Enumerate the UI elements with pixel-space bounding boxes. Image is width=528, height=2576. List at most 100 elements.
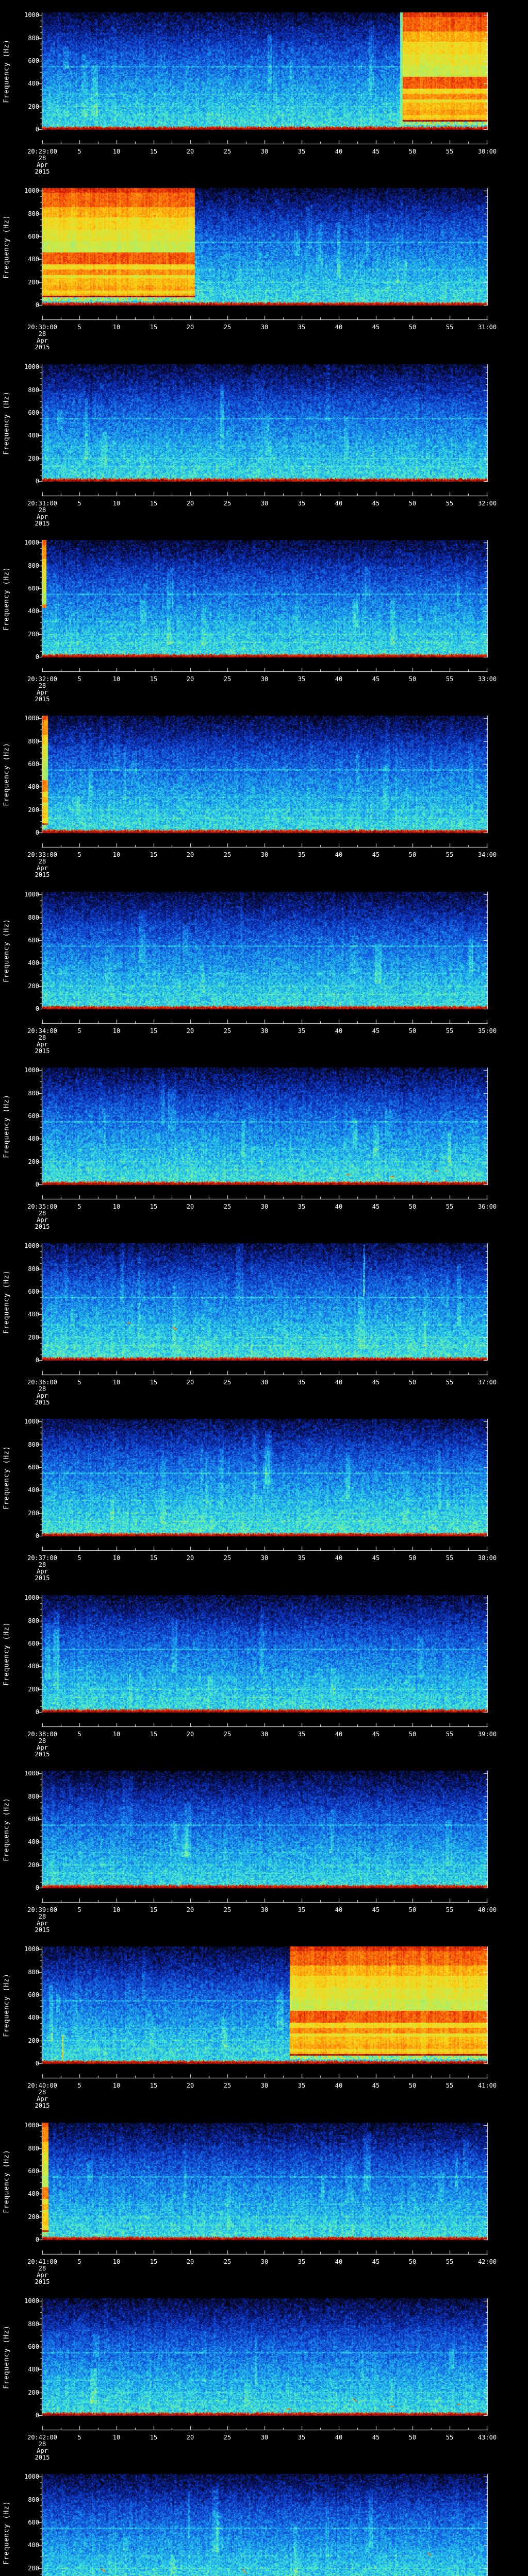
y-tick-label: 1000 bbox=[24, 363, 39, 370]
y-tick-label: 600 bbox=[28, 2343, 39, 2350]
date-line: 2015 bbox=[35, 2454, 50, 2461]
y-tick-label: 800 bbox=[28, 1617, 39, 1624]
y-tick-label: 600 bbox=[28, 233, 39, 240]
date-line: 2015 bbox=[35, 871, 50, 878]
y-tick-label: 800 bbox=[28, 738, 39, 745]
y-tick-label: 400 bbox=[28, 1486, 39, 1494]
spectrogram-canvas bbox=[0, 2110, 528, 2265]
date-line: 2015 bbox=[35, 2278, 50, 2285]
y-tick-label: 600 bbox=[28, 1464, 39, 1471]
y-tick-label: 200 bbox=[28, 2389, 39, 2396]
y-tick-label: 1000 bbox=[24, 2122, 39, 2129]
y-tick-label: 0 bbox=[35, 126, 39, 133]
y-tick-label: 600 bbox=[28, 1816, 39, 1823]
end-time-label: 38:00 bbox=[477, 1554, 497, 1562]
spectrogram-panel: Frequency (Hz) 0 200 400 600 800 1000 20:36:00 5… bbox=[0, 1231, 528, 1406]
end-time-label: 31:00 bbox=[477, 324, 497, 331]
spectrogram-canvas bbox=[0, 1934, 528, 2089]
y-tick-label: 0 bbox=[35, 1532, 39, 1539]
frequency-axis-title-text: Frequency (Hz) bbox=[3, 1094, 11, 1158]
y-tick-label: 800 bbox=[28, 1090, 39, 1097]
spectrogram-panel: Frequency (Hz) 0 200 400 600 800 1000 20:33:00 5… bbox=[0, 703, 528, 879]
y-tick-label: 600 bbox=[28, 57, 39, 64]
spectrogram-canvas bbox=[0, 1583, 528, 1737]
end-time-label: 42:00 bbox=[477, 2258, 497, 2265]
y-tick-label: 0 bbox=[35, 1884, 39, 1891]
end-time-label: 36:00 bbox=[477, 1203, 497, 1210]
y-tick-label: 400 bbox=[28, 432, 39, 439]
end-time-label: 40:00 bbox=[477, 1906, 497, 1913]
spectrogram-panel: Frequency (Hz) 0 200 400 600 800 1000 20:29:00 5… bbox=[0, 0, 528, 176]
y-tick-label: 400 bbox=[28, 1311, 39, 1318]
frequency-axis-title-text: Frequency (Hz) bbox=[3, 1973, 11, 2037]
end-time-label: 35:00 bbox=[477, 1027, 497, 1035]
y-tick-label: 800 bbox=[28, 2145, 39, 2152]
y-tick-label: 800 bbox=[28, 35, 39, 42]
y-tick-label: 400 bbox=[28, 2190, 39, 2197]
spectrogram-canvas bbox=[0, 1231, 528, 1385]
y-tick-label: 0 bbox=[35, 1181, 39, 1188]
y-tick-label: 1000 bbox=[24, 539, 39, 546]
spectrogram-panel: Frequency (Hz) 0 200 400 600 800 1000 20:41:00 5… bbox=[0, 2110, 528, 2286]
spectrogram-panel: Frequency (Hz) 0 200 400 600 800 1000 20:31:00 5… bbox=[0, 352, 528, 528]
frequency-axis-title-text: Frequency (Hz) bbox=[3, 2149, 11, 2213]
y-tick-label: 400 bbox=[28, 2541, 39, 2549]
y-tick-label: 200 bbox=[28, 455, 39, 462]
y-tick-label: 200 bbox=[28, 103, 39, 110]
frequency-axis-title-text: Frequency (Hz) bbox=[3, 391, 11, 455]
y-tick-label: 600 bbox=[28, 409, 39, 416]
y-tick-label: 800 bbox=[28, 914, 39, 921]
y-tick-label: 200 bbox=[28, 806, 39, 814]
y-tick-label: 400 bbox=[28, 959, 39, 967]
y-tick-label: 200 bbox=[28, 1158, 39, 1165]
y-tick-label: 800 bbox=[28, 1265, 39, 1273]
y-tick-label: 0 bbox=[35, 1005, 39, 1012]
spectrogram-panel: Frequency (Hz) 0 200 400 600 800 1000 20:34:00 5… bbox=[0, 879, 528, 1055]
y-tick-label: 800 bbox=[28, 2320, 39, 2328]
y-tick-label: 1000 bbox=[24, 715, 39, 722]
spectrogram-panel: Frequency (Hz) 0 200 400 600 800 1000 20:30:00 5… bbox=[0, 176, 528, 351]
spectrogram-canvas bbox=[0, 0, 528, 155]
frequency-axis-title-text: Frequency (Hz) bbox=[3, 742, 11, 806]
y-tick-label: 600 bbox=[28, 760, 39, 768]
frequency-axis-title-text: Frequency (Hz) bbox=[3, 2325, 11, 2389]
y-tick-label: 0 bbox=[35, 2412, 39, 2419]
y-tick-label: 0 bbox=[35, 2060, 39, 2067]
y-tick-label: 1000 bbox=[24, 1418, 39, 1425]
end-time-label: 43:00 bbox=[477, 2434, 497, 2441]
y-tick-label: 400 bbox=[28, 607, 39, 615]
y-tick-label: 0 bbox=[35, 1357, 39, 1364]
y-tick-label: 0 bbox=[35, 301, 39, 309]
spectrogram-canvas bbox=[0, 2286, 528, 2441]
date-line: 2015 bbox=[35, 1223, 50, 1230]
y-tick-label: 1000 bbox=[24, 891, 39, 898]
y-tick-label: 0 bbox=[35, 653, 39, 660]
date-line: 2015 bbox=[35, 1399, 50, 1406]
spectrogram-panel: Frequency (Hz) 0 200 400 600 800 1000 20:42:00 5… bbox=[0, 2286, 528, 2462]
y-tick-label: 800 bbox=[28, 1793, 39, 1800]
end-time-label: 37:00 bbox=[477, 1379, 497, 1386]
y-tick-label: 200 bbox=[28, 1861, 39, 1869]
y-tick-label: 600 bbox=[28, 2167, 39, 2175]
y-tick-label: 1000 bbox=[24, 1242, 39, 1249]
y-tick-label: 400 bbox=[28, 1663, 39, 1670]
y-tick-label: 800 bbox=[28, 1969, 39, 1976]
date-line: 2015 bbox=[35, 1574, 50, 1582]
y-tick-label: 400 bbox=[28, 783, 39, 790]
y-tick-label: 800 bbox=[28, 1441, 39, 1448]
frequency-axis-title-text: Frequency (Hz) bbox=[3, 567, 11, 631]
spectrogram-panel: Frequency (Hz) 0 200 400 600 800 1000 20:40:00 5… bbox=[0, 1934, 528, 2110]
y-tick-label: 800 bbox=[28, 2496, 39, 2503]
y-tick-label: 400 bbox=[28, 1135, 39, 1142]
y-tick-label: 400 bbox=[28, 2366, 39, 2373]
spectrogram-panel: Frequency (Hz) 0 200 400 600 800 1000 20:32:00 5… bbox=[0, 528, 528, 703]
date-line: 2015 bbox=[35, 1926, 50, 1934]
y-tick-label: 0 bbox=[35, 478, 39, 485]
frequency-axis-title-text: Frequency (Hz) bbox=[3, 1798, 11, 1861]
y-tick-label: 0 bbox=[35, 829, 39, 836]
y-tick-label: 200 bbox=[28, 2037, 39, 2044]
frequency-axis-title-text: Frequency (Hz) bbox=[3, 1622, 11, 1686]
y-tick-label: 600 bbox=[28, 1991, 39, 1998]
date-line: 2015 bbox=[35, 168, 50, 175]
y-tick-label: 1000 bbox=[24, 187, 39, 194]
